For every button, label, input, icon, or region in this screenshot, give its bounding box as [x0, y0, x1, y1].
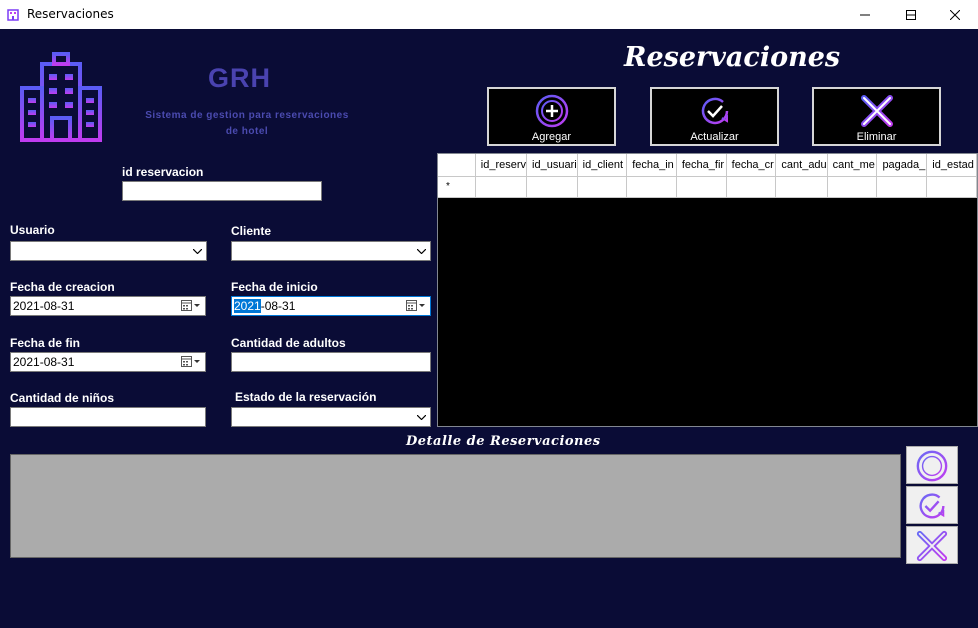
maximize-icon — [906, 9, 916, 20]
eliminar-label: Eliminar — [856, 131, 897, 143]
add-circle-icon — [916, 450, 948, 482]
agregar-label: Agregar — [531, 131, 572, 143]
calendar-dropdown-icon — [181, 300, 200, 311]
grid-column-header[interactable]: pagada_ — [876, 154, 928, 177]
cantidad-ninos-input[interactable] — [10, 407, 206, 427]
minimize-button-visible[interactable] — [842, 0, 888, 29]
grid-cell[interactable] — [626, 176, 677, 198]
eliminar-button[interactable]: Eliminar — [812, 87, 941, 146]
actualizar-label: Actualizar — [690, 131, 739, 143]
cantidad-adultos-label: Cantidad de adultos — [231, 336, 346, 350]
close-icon — [950, 9, 960, 20]
usuario-label: Usuario — [10, 223, 55, 237]
grid-column-header[interactable]: id_usuari — [526, 154, 578, 177]
hotel-app-icon — [7, 9, 19, 21]
agregar-button[interactable]: Agregar — [487, 87, 616, 146]
grid-corner-header[interactable] — [438, 154, 476, 177]
chevron-down-icon — [193, 249, 202, 254]
detalle-eliminar-button[interactable] — [906, 526, 958, 564]
grid-cell[interactable] — [876, 176, 928, 198]
usuario-select[interactable] — [10, 241, 207, 261]
id-reservacion-input[interactable] — [122, 181, 322, 201]
grid-cell[interactable] — [676, 176, 727, 198]
detail-title: Detalle de Reservaciones — [406, 434, 601, 449]
grid-column-header[interactable]: fecha_in — [626, 154, 677, 177]
grid-cell[interactable] — [526, 176, 578, 198]
detalle-actualizar-button[interactable] — [906, 486, 958, 524]
fecha-creacion-datepicker[interactable]: 2021-08-31 — [10, 296, 206, 316]
reservaciones-grid[interactable]: id_reserv id_usuari id_client fecha_in f… — [437, 153, 978, 427]
id-reservacion-label: id reservacion — [122, 165, 204, 179]
estado-reservacion-select[interactable] — [231, 407, 431, 427]
page-title: Reservaciones — [624, 42, 841, 73]
estado-reservacion-label: Estado de la reservación — [235, 390, 377, 404]
grid-column-header[interactable]: fecha_fir — [676, 154, 727, 177]
calendar-dropdown-icon — [406, 300, 425, 311]
grid-new-row[interactable]: * — [438, 176, 977, 198]
grid-column-header[interactable]: id_client — [577, 154, 628, 177]
actualizar-button[interactable]: Actualizar — [650, 87, 779, 146]
reservaciones-table: id_reserv id_usuari id_client fecha_in f… — [438, 154, 977, 198]
fecha-inicio-label: Fecha de inicio — [231, 280, 318, 294]
add-circle-icon — [535, 94, 569, 128]
close-button[interactable] — [932, 0, 978, 29]
grid-cell[interactable] — [827, 176, 878, 198]
fecha-inicio-datepicker[interactable]: 2021-08-31 — [231, 296, 431, 316]
chevron-down-icon — [417, 249, 426, 254]
fecha-fin-datepicker[interactable]: 2021-08-31 — [10, 352, 206, 372]
grid-column-header[interactable]: cant_adu — [775, 154, 828, 177]
grid-cell[interactable] — [775, 176, 828, 198]
grid-cell[interactable] — [577, 176, 628, 198]
grid-column-header[interactable]: fecha_cr — [726, 154, 777, 177]
grid-cell[interactable] — [475, 176, 528, 198]
fecha-inicio-value: 2021-08-31 — [234, 299, 295, 313]
title-bar: Reservaciones — [0, 0, 978, 29]
fecha-creacion-value: 2021-08-31 — [13, 299, 75, 313]
refresh-check-icon — [701, 97, 729, 125]
brand-tagline: Sistema de gestion para reservaciones de… — [140, 108, 354, 140]
new-row-marker: * — [438, 176, 476, 198]
grid-header-row: id_reserv id_usuari id_client fecha_in f… — [438, 154, 977, 177]
maximize-button[interactable] — [888, 0, 934, 29]
chevron-down-icon — [417, 415, 426, 420]
brand-name: GRH — [208, 63, 271, 93]
calendar-dropdown-icon — [181, 356, 200, 367]
hotel-building-icon — [20, 52, 102, 142]
detalle-reservaciones-grid[interactable] — [10, 454, 901, 558]
fecha-fin-label: Fecha de fin — [10, 336, 81, 350]
grid-column-header[interactable]: cant_me — [827, 154, 878, 177]
cantidad-ninos-label: Cantidad de niños — [10, 391, 115, 405]
fecha-creacion-label: Fecha de creacion — [10, 280, 115, 294]
close-x-icon — [916, 530, 948, 562]
grid-cell[interactable] — [926, 176, 977, 198]
fecha-inicio-year-selected: 2021 — [234, 299, 261, 313]
grid-cell[interactable] — [726, 176, 777, 198]
refresh-check-icon — [919, 493, 945, 519]
close-x-icon — [861, 95, 893, 127]
cliente-select[interactable] — [231, 241, 431, 261]
detalle-agregar-button[interactable] — [906, 446, 958, 484]
cantidad-adultos-input[interactable] — [231, 352, 431, 372]
brand-tagline-line2: de hotel — [225, 126, 269, 137]
cliente-label: Cliente — [231, 224, 272, 238]
minimize-icon — [860, 14, 870, 15]
fecha-fin-value: 2021-08-31 — [13, 355, 75, 369]
grid-column-header[interactable]: id_estad — [926, 154, 977, 177]
grid-column-header[interactable]: id_reserv — [475, 154, 528, 177]
fecha-inicio-rest: -08-31 — [260, 299, 296, 313]
brand-tagline-line1: Sistema de gestion para reservaciones — [145, 110, 349, 121]
window-title: Reservaciones — [27, 7, 114, 21]
